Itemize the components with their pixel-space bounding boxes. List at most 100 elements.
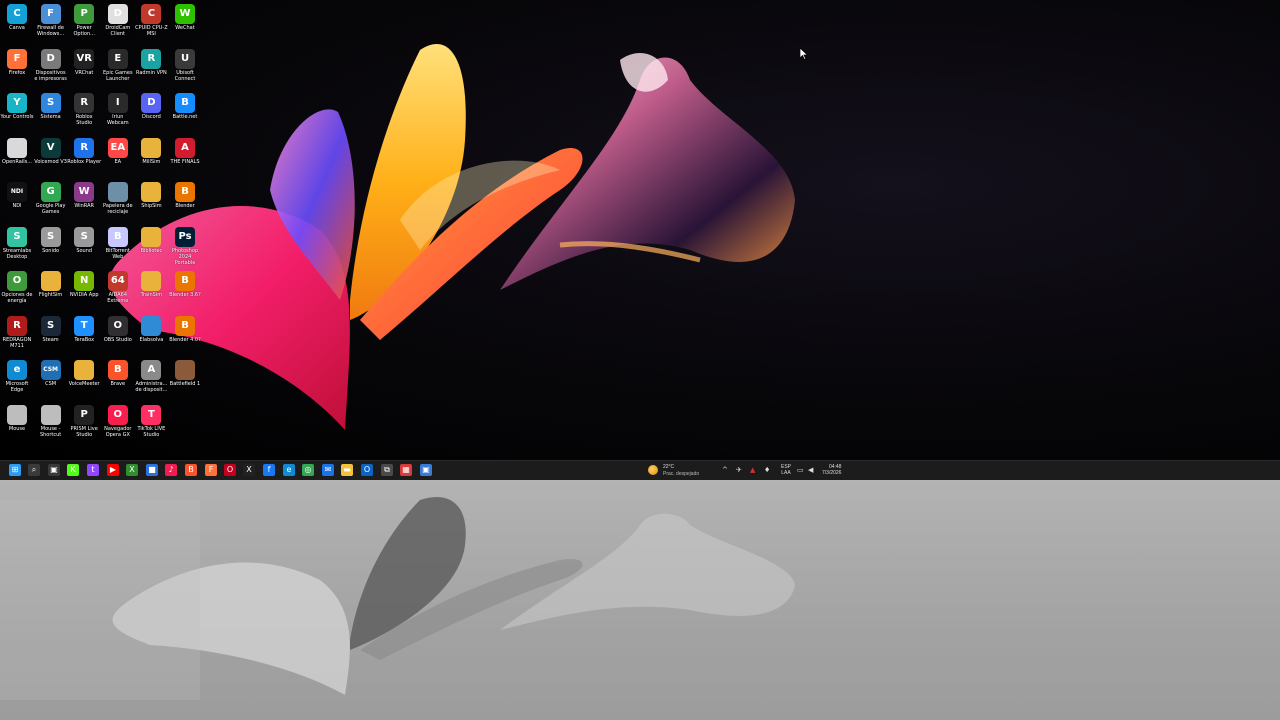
desktop-icon[interactable]: S Streamlabs Desktop	[0, 224, 34, 266]
desktop-icon[interactable]: Bibliotec	[134, 224, 168, 266]
desktop-icon[interactable]: Elabsolva	[134, 313, 168, 355]
desktop-icon[interactable]: D Dispositivos e impresoras	[34, 46, 68, 88]
desktop-icon-label: Voicemod V3	[34, 158, 67, 165]
desktop-icon[interactable]: S Sistema	[34, 90, 68, 132]
desktop-app-icon[interactable]: ▣	[420, 464, 432, 476]
desktop-icon[interactable]: W WinRAR	[67, 179, 101, 221]
desktop-icon-image: S	[7, 226, 27, 247]
weather-sun-icon	[648, 465, 658, 475]
search-icon[interactable]: ⌕	[28, 464, 40, 476]
tray-mic-icon[interactable]: ♦	[764, 465, 770, 475]
desktop-icon[interactable]: V Voicemod V3	[34, 135, 68, 177]
desktop-icon-image: B	[175, 315, 195, 336]
desktop-icon[interactable]: Battlefield 1	[168, 357, 202, 399]
edge-icon[interactable]: e	[283, 464, 295, 476]
desktop-icon-image: F	[7, 48, 27, 69]
xbox-icon[interactable]: X	[126, 464, 138, 476]
desktop-icon[interactable]: VoiceMeeter	[67, 357, 101, 399]
desktop-icon[interactable]: CSM CSM	[34, 357, 68, 399]
facebook-icon[interactable]: f	[263, 464, 275, 476]
desktop-icon[interactable]: VR VRChat	[67, 46, 101, 88]
mail-icon[interactable]: ✉	[322, 464, 334, 476]
desktop-icon[interactable]: N NVIDIA App	[67, 268, 101, 310]
language-indicator[interactable]: ESP LAA	[781, 464, 791, 476]
desktop-icon-image: B	[175, 271, 195, 291]
desktop-icon[interactable]: R Roblox Player	[67, 135, 101, 177]
desktop-icon[interactable]: F Firewall de Windows...	[34, 1, 68, 43]
desktop-icon[interactable]: G Google Play Games	[34, 179, 68, 221]
desktop-icon[interactable]: A THE FINALS	[168, 135, 202, 177]
twitch-icon[interactable]: t	[87, 464, 99, 476]
desktop-icon[interactable]: O Navegador Opera GX	[101, 402, 135, 444]
desktop-icon[interactable]: E Epic Games Launcher	[101, 46, 135, 88]
desktop-icon[interactable]: Ps Photoshop 2024 Portable	[168, 224, 202, 266]
desktop-icon[interactable]: e Microsoft Edge	[0, 357, 34, 399]
desktop-icon[interactable]: P Power Option...	[67, 1, 101, 43]
brave-icon[interactable]: B	[185, 464, 197, 476]
firefox-icon[interactable]: F	[205, 464, 217, 476]
desktop-icon[interactable]: C Canva	[0, 1, 34, 43]
desktop-icon-label: WeChat	[175, 25, 195, 31]
desktop-icon[interactable]: B Brave	[101, 357, 135, 399]
store-bag-icon[interactable]: ⧉	[381, 464, 393, 476]
desktop-icon[interactable]: NDI NDI	[0, 179, 34, 221]
desktop-icon[interactable]: T TeraBox	[67, 313, 101, 355]
desktop-icon[interactable]: B Blender 3.6?	[168, 268, 202, 310]
youtube-icon[interactable]: ▶	[107, 464, 119, 476]
start-button[interactable]: ⊞	[9, 464, 21, 476]
desktop-icon[interactable]: Mouse	[0, 402, 34, 444]
desktop-icon[interactable]: Y Your Controls	[0, 90, 34, 132]
calendar-icon[interactable]: ▦	[400, 464, 412, 476]
desktop-icon[interactable]: R REDRAGON M711	[0, 313, 34, 355]
system-clock[interactable]: 04:48 7/3/2026	[822, 464, 841, 476]
desktop-icon[interactable]: D DroidCam Client	[101, 1, 135, 43]
desktop-icon[interactable]: O Opciones de energía	[0, 268, 34, 310]
desktop-icon[interactable]: U Ubisoft Connect	[168, 46, 202, 88]
desktop-icon[interactable]: B Blender 4.0?	[168, 313, 202, 355]
task-view-icon[interactable]: ▣	[48, 464, 60, 476]
desktop-icon[interactable]: I Iriun Webcam	[101, 90, 135, 132]
desktop-icon[interactable]: A Administra... de disposit...	[134, 357, 168, 399]
display-icon[interactable]: ▭	[797, 465, 804, 475]
desktop-icon[interactable]: OpenRails...	[0, 135, 34, 177]
desktop-icon-label: Epic Games Launcher	[103, 69, 133, 82]
desktop-icon[interactable]: B BitTorrent Web	[101, 224, 135, 266]
desktop-icon[interactable]: 64 AIDA64 Extreme	[101, 268, 135, 310]
desktop-icon-image: Ps	[175, 226, 195, 247]
outlook-icon[interactable]: O	[361, 464, 373, 476]
desktop-icon[interactable]: S Sonido	[34, 224, 68, 266]
desktop-icon[interactable]: Mouse - Shortcut	[34, 402, 68, 444]
desktop-icon[interactable]: R Radmin VPN	[134, 46, 168, 88]
desktop-icon[interactable]: S Steam	[34, 313, 68, 355]
desktop-icon[interactable]: W WeChat	[168, 1, 202, 43]
desktop-icon[interactable]: Papelera de reciclaje	[101, 179, 135, 221]
desktop-icon[interactable]: B Blender	[168, 179, 202, 221]
volume-icon[interactable]: ◀	[808, 465, 813, 475]
desktop-icon[interactable]: S Sound	[67, 224, 101, 266]
desktop-icon[interactable]: TrainSim	[134, 268, 168, 310]
desktop-icon[interactable]: T TikTok LIVE Studio	[134, 402, 168, 444]
desktop-icon[interactable]: MillSim	[134, 135, 168, 177]
desktop-icon[interactable]: ShipSim	[134, 179, 168, 221]
desktop-icon[interactable]: FlightSim	[34, 268, 68, 310]
kick-icon[interactable]: K	[67, 464, 79, 476]
tray-redragon-icon[interactable]: ▲	[750, 465, 755, 475]
x-icon[interactable]: X	[243, 464, 255, 476]
desktop-icon[interactable]: C CPUID CPU-Z MSI	[134, 1, 168, 43]
desktop-icon[interactable]: D Discord	[134, 90, 168, 132]
desktop-icon-label: MillSim	[142, 158, 161, 165]
tray-app-icon[interactable]: ✈	[736, 465, 742, 475]
desktop-icon[interactable]: B Battle.net	[168, 90, 202, 132]
desktop-icon-label: Power Option...	[73, 25, 95, 37]
desktop-icon[interactable]: P PRISM Live Studio	[67, 402, 101, 444]
chrome-icon[interactable]: ◎	[302, 464, 314, 476]
desktop-icon[interactable]: EA EA	[101, 135, 135, 177]
opera-icon[interactable]: O	[224, 464, 236, 476]
desktop-icon[interactable]: O OBS Studio	[101, 313, 135, 355]
tray-chevron-icon[interactable]: ^	[722, 465, 728, 475]
desktop-icon[interactable]: R Roblox Studio	[67, 90, 101, 132]
tiktok-icon[interactable]: ♪	[165, 464, 177, 476]
file-explorer-icon[interactable]: ▬	[341, 464, 353, 476]
store-icon[interactable]: ■	[146, 464, 158, 476]
desktop-icon[interactable]: F Firefox	[0, 46, 34, 88]
